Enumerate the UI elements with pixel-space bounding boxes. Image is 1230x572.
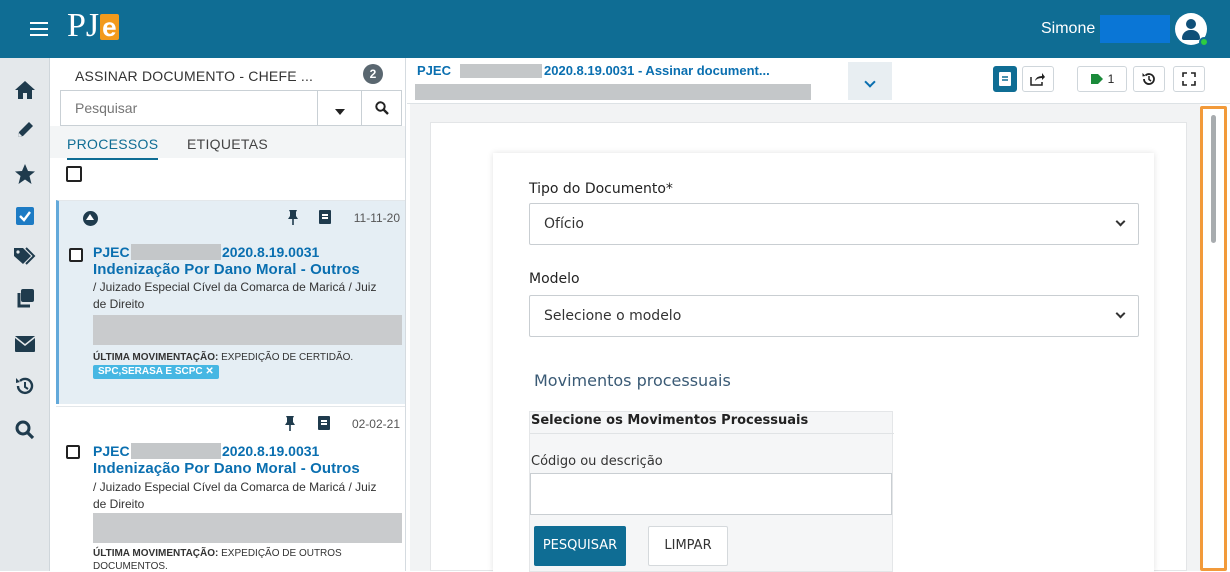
- process-court: / Juizado Especial Cível da Comarca de M…: [93, 480, 377, 511]
- redacted-block: [131, 443, 221, 459]
- modelo-select[interactable]: Selecione o modelo: [529, 295, 1139, 337]
- tab-processos[interactable]: PROCESSOS: [67, 136, 159, 160]
- scrollbar-highlight: [1200, 106, 1227, 571]
- process-number[interactable]: 2020.8.19.0031: [222, 244, 319, 260]
- search-icon[interactable]: [13, 418, 37, 442]
- search-filter-dropdown[interactable]: [317, 91, 361, 125]
- pencil-icon[interactable]: [13, 118, 37, 142]
- home-icon[interactable]: [13, 78, 37, 102]
- process-task-title[interactable]: 2020.8.19.0031 - Assinar document...: [544, 63, 770, 78]
- card-checkbox[interactable]: [69, 248, 83, 262]
- card-date: 11-11-20: [353, 211, 400, 225]
- share-button[interactable]: [1022, 66, 1054, 92]
- process-class[interactable]: Indenização Por Dano Moral - Outros: [93, 261, 360, 278]
- redacted-block: [93, 315, 402, 345]
- tag-count: 1: [1107, 72, 1115, 86]
- codigo-descricao-label: Código ou descrição: [531, 454, 663, 469]
- task-list-header: ASSINAR DOCUMENTO - CHEFE ... 2: [50, 58, 405, 90]
- document-sheet: Tipo do Documento* Ofício Modelo Selecio…: [430, 122, 1187, 572]
- document-form: Tipo do Documento* Ofício Modelo Selecio…: [493, 153, 1154, 572]
- pin-icon[interactable]: [284, 415, 296, 431]
- tags-button[interactable]: 1: [1077, 66, 1127, 92]
- arrow-up-circle-icon[interactable]: [83, 211, 98, 226]
- process-number-prefix[interactable]: PJEC: [93, 443, 130, 459]
- online-status-icon: [1199, 37, 1209, 47]
- movimentos-header: Selecione os Movimentos Processuais: [530, 412, 894, 434]
- process-tag[interactable]: SPC,SERASA E SCPC ✕: [93, 365, 219, 379]
- search-input[interactable]: [61, 91, 317, 125]
- movimentos-section-title: Movimentos processuais: [534, 371, 731, 390]
- process-card[interactable]: 02-02-21 PJEC 2020.8.19.0031 Indenização…: [56, 406, 405, 571]
- process-class[interactable]: Indenização Por Dano Moral - Outros: [93, 460, 360, 477]
- caret-down-icon: [334, 109, 345, 115]
- fullscreen-icon: [1182, 72, 1196, 86]
- fullscreen-button[interactable]: [1173, 66, 1205, 92]
- last-movement: ÚLTIMA MOVIMENTAÇÃO: EXPEDIÇÃO DE OUTROS…: [93, 548, 342, 571]
- process-detail-header: PJEC 2020.8.19.0031 - Assinar document..…: [407, 58, 1230, 104]
- search-button[interactable]: [361, 91, 402, 125]
- card-checkbox[interactable]: [66, 445, 80, 459]
- process-court: / Juizado Especial Cível da Comarca de M…: [93, 280, 377, 311]
- movimentos-box: Selecione os Movimentos Processuais Códi…: [529, 411, 894, 572]
- top-bar: PJ e Simone: [0, 0, 1230, 58]
- share-icon: [1030, 73, 1045, 86]
- redacted-block: [460, 64, 542, 78]
- redacted-block: [93, 513, 402, 543]
- card-date: 02-02-21: [351, 417, 400, 431]
- search-icon: [375, 101, 389, 115]
- history-icon[interactable]: [13, 374, 37, 398]
- modelo-label: Modelo: [529, 271, 580, 287]
- icon-sidebar: [0, 58, 50, 571]
- chevron-down-icon: [1115, 216, 1126, 227]
- redacted-block: [415, 84, 811, 100]
- search-bar: [60, 90, 402, 126]
- tag-icon: [1090, 74, 1103, 84]
- pje-logo[interactable]: PJ e: [67, 8, 119, 44]
- redacted-block: [131, 244, 221, 260]
- process-number-prefix[interactable]: PJEC: [93, 244, 130, 260]
- last-movement: ÚLTIMA MOVIMENTAÇÃO: EXPEDIÇÃO DE CERTID…: [93, 352, 354, 363]
- task-list-panel: ASSINAR DOCUMENTO - CHEFE ... 2 PROCESSO…: [50, 58, 406, 571]
- chevron-down-icon: [864, 76, 876, 88]
- pesquisar-button[interactable]: PESQUISAR: [534, 526, 626, 566]
- limpar-button[interactable]: LIMPAR: [648, 526, 728, 566]
- copy-icon[interactable]: [13, 286, 37, 310]
- history-icon: [1142, 73, 1155, 85]
- tipo-documento-select[interactable]: Ofício: [529, 203, 1139, 245]
- document-icon: [999, 72, 1011, 86]
- process-number[interactable]: 2020.8.19.0031: [222, 443, 319, 459]
- process-card[interactable]: 11-11-20 PJEC 2020.8.19.0031 Indenização…: [56, 200, 405, 404]
- star-icon[interactable]: [13, 162, 37, 186]
- document-icon[interactable]: [318, 416, 330, 430]
- task-tabs: PROCESSOS ETIQUETAS: [50, 126, 405, 160]
- user-name: Simone: [1041, 20, 1096, 37]
- tipo-documento-label: Tipo do Documento*: [529, 181, 673, 197]
- codigo-descricao-input[interactable]: [530, 473, 892, 515]
- history-button[interactable]: [1133, 66, 1165, 92]
- checkbox-icon[interactable]: [13, 204, 37, 228]
- user-avatar[interactable]: [1175, 13, 1209, 47]
- process-number-prefix[interactable]: PJEC: [417, 63, 451, 78]
- tags-icon[interactable]: [13, 244, 37, 268]
- header-expand-dropdown[interactable]: [848, 62, 892, 100]
- document-icon[interactable]: [319, 210, 331, 224]
- tab-etiquetas[interactable]: ETIQUETAS: [187, 136, 268, 152]
- envelope-icon[interactable]: [13, 332, 37, 356]
- task-title[interactable]: ASSINAR DOCUMENTO - CHEFE ...: [75, 68, 313, 84]
- menu-icon[interactable]: [30, 22, 48, 36]
- chevron-down-icon: [1115, 308, 1126, 319]
- user-name-redacted: [1100, 15, 1170, 43]
- select-all-checkbox[interactable]: [66, 166, 82, 182]
- task-count-badge: 2: [363, 64, 383, 84]
- document-view-button[interactable]: [993, 66, 1017, 92]
- pin-icon[interactable]: [287, 209, 299, 225]
- document-area: Tipo do Documento* Ofício Modelo Selecio…: [410, 104, 1200, 572]
